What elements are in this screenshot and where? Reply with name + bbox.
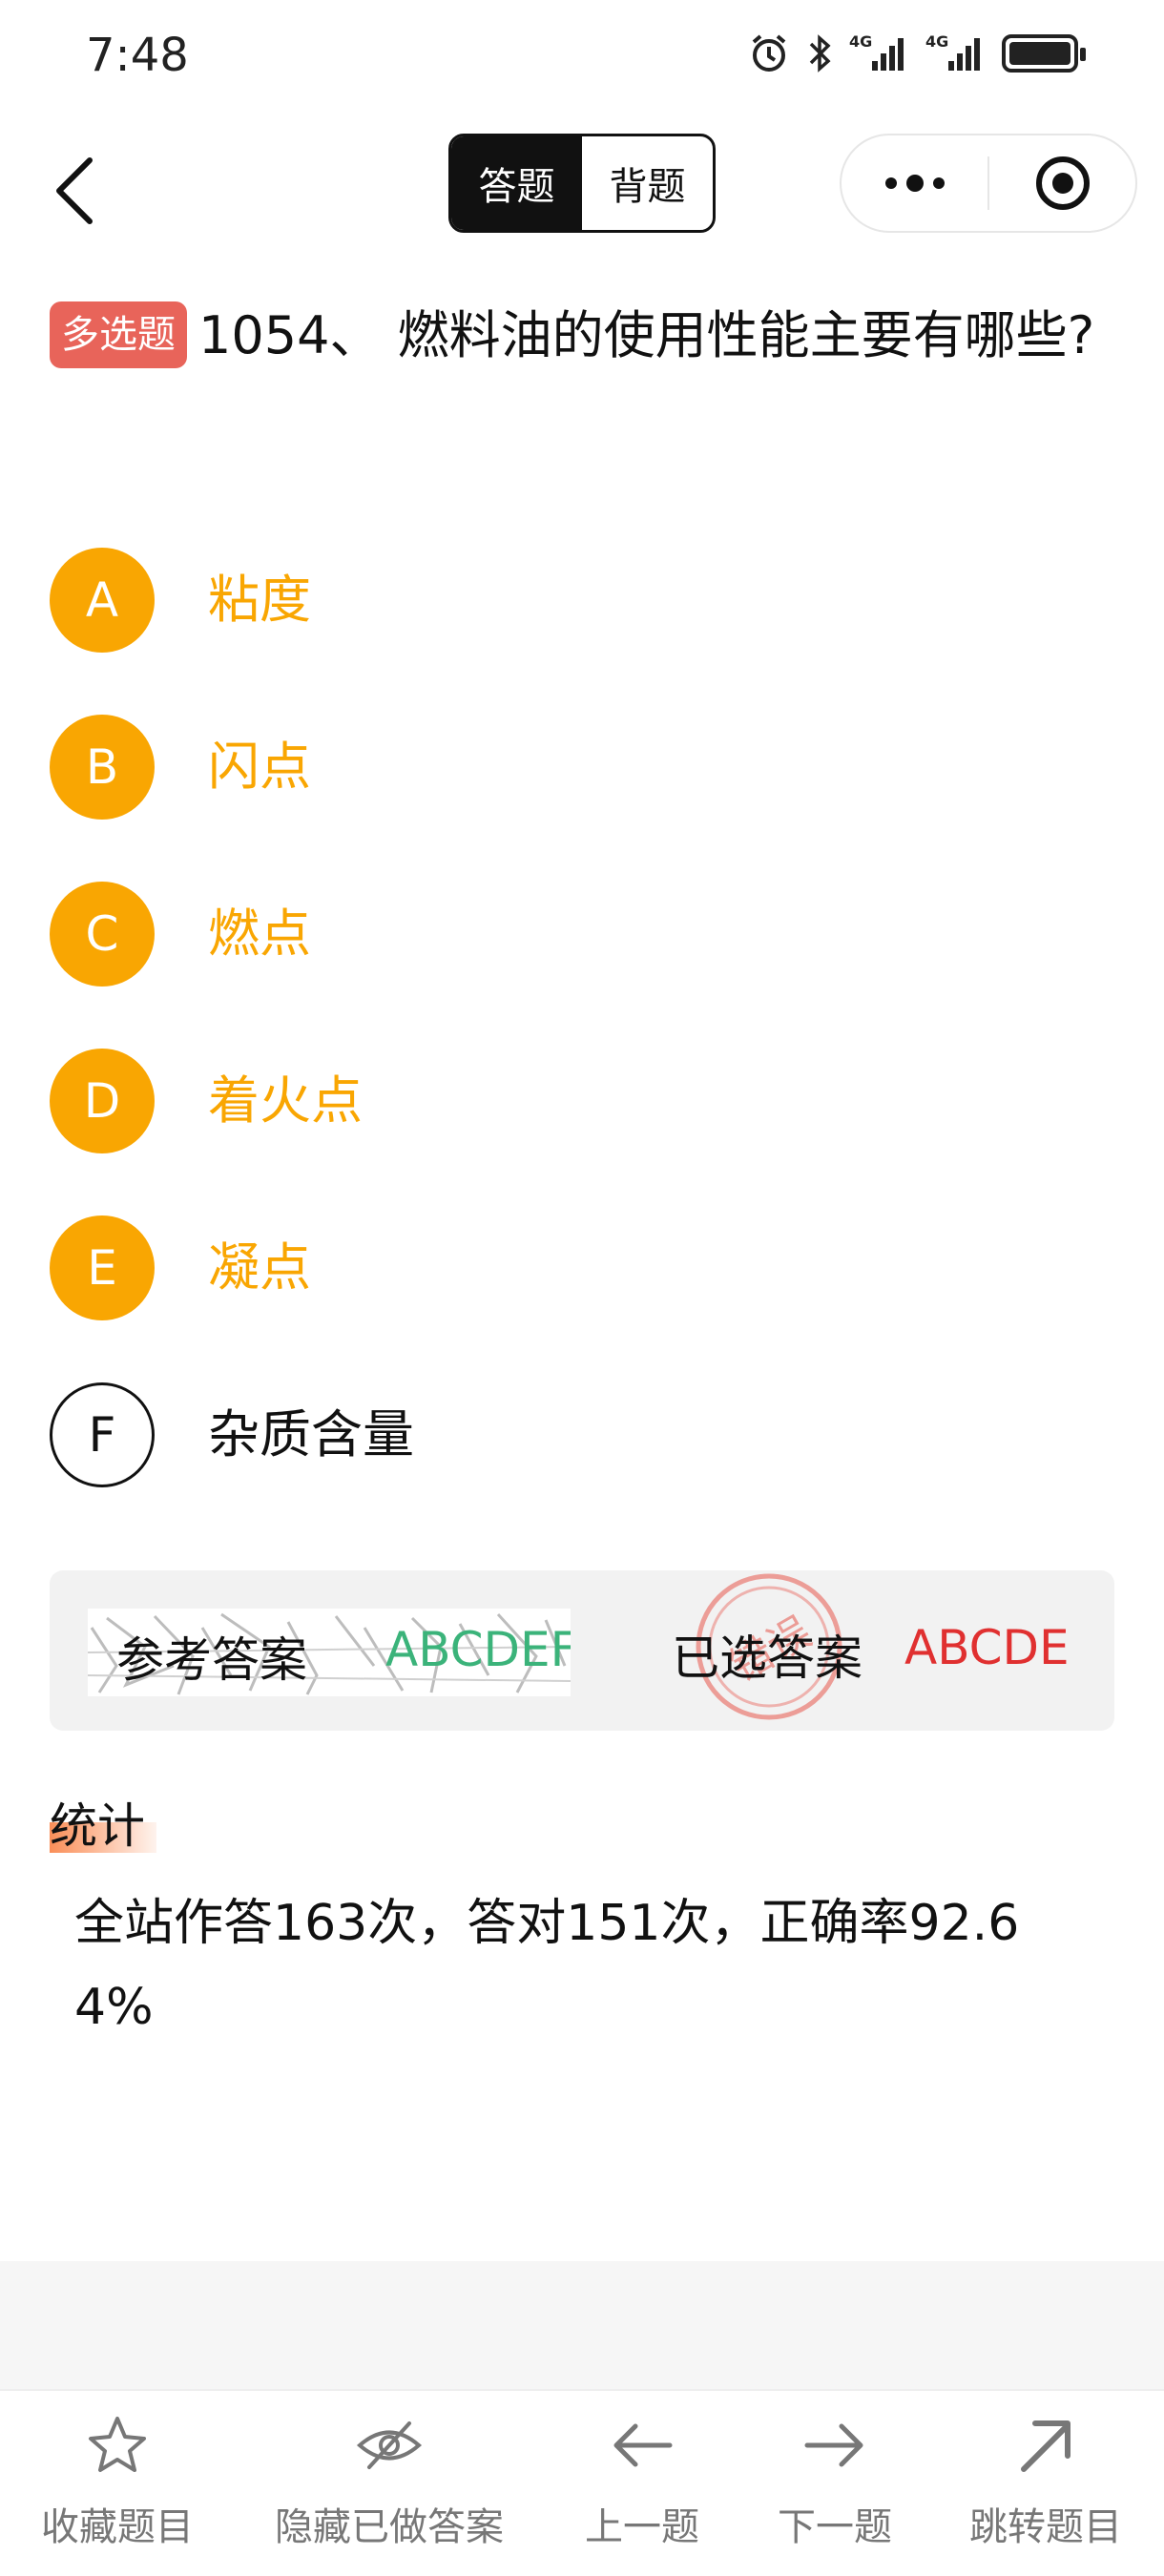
question-text: 1054、 燃料油的使用性能主要有哪些? — [198, 305, 1095, 365]
option-letter: C — [50, 882, 155, 987]
tab-label: 跳转题目 — [969, 2505, 1122, 2549]
answer-panel: 参考答案 ABCDEF 错误 已选答案 ABCDE — [50, 1570, 1114, 1731]
tab-label: 隐藏已做答案 — [275, 2505, 504, 2549]
reference-answer-value: ABCDEF — [385, 1622, 571, 1677]
tab-label: 下一题 — [778, 2505, 892, 2549]
bluetooth-icon — [805, 32, 834, 74]
option-text: 凝点 — [208, 1237, 311, 1298]
stats-title: 统计 — [50, 1798, 145, 1854]
option-c[interactable]: C 燃点 — [50, 882, 1128, 1049]
back-button[interactable] — [48, 153, 105, 229]
option-b[interactable]: B 闪点 — [50, 715, 1128, 882]
option-letter: F — [50, 1382, 155, 1487]
favorite-question-button[interactable]: 收藏题目 — [27, 2412, 208, 2551]
option-list: A 粘度 B 闪点 C 燃点 D 着火点 E 凝点 F 杂质含量 — [50, 548, 1128, 1549]
tab-answer-mode[interactable]: 答题 — [451, 136, 582, 230]
reference-answer-label: 参考答案 — [116, 1632, 307, 1688]
signal-icon-2: 4G — [925, 32, 987, 74]
eye-off-icon — [356, 2412, 423, 2479]
option-letter: A — [50, 548, 155, 653]
arrow-right-icon — [801, 2412, 868, 2479]
more-dots-icon — [884, 175, 945, 192]
hide-answered-button[interactable]: 隐藏已做答案 — [258, 2412, 521, 2551]
stats-text: 全站作答163次，答对151次，正确率92.64% — [74, 1895, 1020, 2036]
tab-recite-mode[interactable]: 背题 — [582, 136, 713, 230]
tab-label: 上一题 — [585, 2505, 699, 2549]
more-button[interactable] — [842, 135, 987, 231]
status-bar: 7:48 4G 4G — [0, 0, 1164, 114]
battery-icon — [1002, 34, 1086, 73]
status-time: 7:48 — [86, 29, 189, 82]
chevron-left-icon — [56, 157, 93, 224]
option-letter: E — [50, 1215, 155, 1320]
option-text: 粘度 — [208, 570, 311, 630]
next-question-button[interactable]: 下一题 — [765, 2412, 904, 2551]
arrow-left-icon — [609, 2412, 676, 2479]
option-text: 杂质含量 — [208, 1404, 414, 1465]
option-letter: D — [50, 1049, 155, 1153]
option-text: 闪点 — [208, 737, 311, 797]
star-icon — [84, 2412, 151, 2479]
mode-switch: 答题 背题 — [448, 134, 716, 233]
option-f[interactable]: F 杂质含量 — [50, 1382, 1128, 1549]
miniprogram-capsule — [840, 134, 1137, 233]
selected-answer-label: 已选答案 — [672, 1631, 863, 1686]
option-e[interactable]: E 凝点 — [50, 1215, 1128, 1382]
target-circle-icon — [1035, 156, 1090, 210]
option-text: 燃点 — [208, 904, 311, 964]
previous-question-button[interactable]: 上一题 — [572, 2412, 712, 2551]
status-icons: 4G 4G — [748, 32, 1086, 74]
jump-question-button[interactable]: 跳转题目 — [954, 2412, 1137, 2551]
selected-answer-value: ABCDE — [904, 1620, 1070, 1675]
option-a[interactable]: A 粘度 — [50, 548, 1128, 715]
option-letter: B — [50, 715, 155, 820]
bottom-toolbar: 收藏题目 隐藏已做答案 上一题 下一题 跳转题目 — [0, 2389, 1164, 2576]
reference-answer: 参考答案 ABCDEF — [88, 1609, 571, 1696]
option-d[interactable]: D 着火点 — [50, 1049, 1128, 1215]
alarm-icon — [748, 32, 790, 74]
close-miniprogram-button[interactable] — [989, 135, 1135, 231]
content-footer-band — [0, 2261, 1164, 2389]
tab-label: 收藏题目 — [41, 2505, 194, 2549]
arrow-up-right-icon — [1012, 2412, 1079, 2479]
question-type-badge: 多选题 — [50, 301, 187, 368]
question-stem: 多选题 1054、 燃料油的使用性能主要有哪些? — [50, 296, 1128, 376]
option-text: 着火点 — [208, 1070, 363, 1131]
signal-icon-1: 4G — [849, 32, 910, 74]
